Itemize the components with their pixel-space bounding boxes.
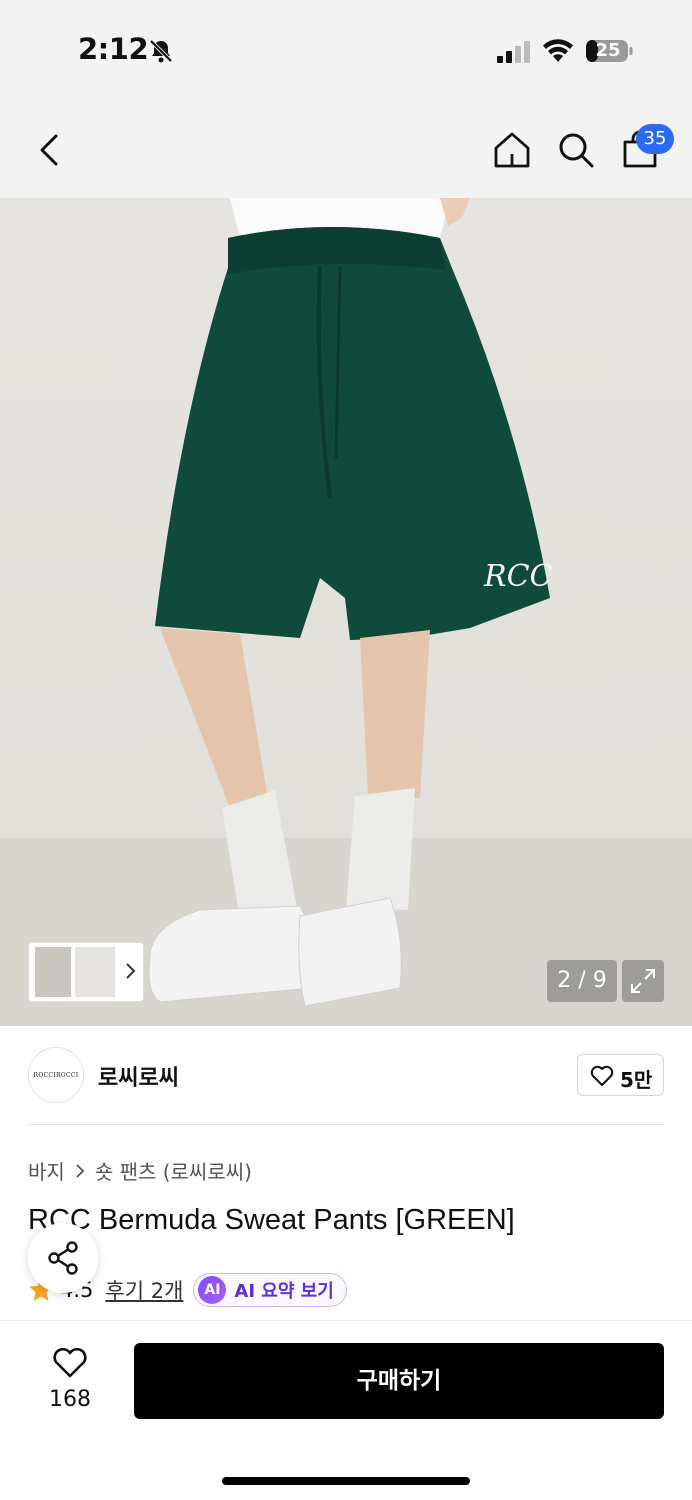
share-button[interactable]	[28, 1223, 98, 1293]
bell-off-icon	[149, 39, 173, 63]
brand-favorite-count: 5만	[620, 1068, 653, 1092]
heart-icon	[53, 1347, 87, 1378]
like-count: 168	[49, 1387, 91, 1412]
brand-favorite-button[interactable]: 5만	[577, 1054, 664, 1096]
wifi-icon	[543, 39, 573, 62]
search-icon[interactable]	[554, 128, 598, 172]
reviews-link[interactable]: 후기 2개	[105, 1275, 183, 1305]
breadcrumb-item[interactable]: 바지	[28, 1156, 65, 1185]
share-icon	[48, 1241, 78, 1275]
divider	[28, 1124, 664, 1125]
battery-level: 25	[595, 40, 621, 61]
breadcrumb-item[interactable]: 숏 팬츠 (로씨로씨)	[95, 1156, 252, 1185]
thumbnail-image[interactable]	[75, 947, 115, 997]
thumbnail-image[interactable]	[35, 947, 71, 997]
product-title: RCC Bermuda Sweat Pants [GREEN]	[28, 1204, 515, 1236]
back-icon[interactable]	[30, 128, 70, 172]
heart-icon	[590, 1065, 614, 1086]
chevron-right-icon	[126, 963, 136, 979]
thumbnail-strip[interactable]	[28, 942, 144, 1002]
ai-icon: AI	[198, 1276, 227, 1304]
buy-button[interactable]: 구매하기	[134, 1343, 664, 1419]
breadcrumb: 바지 숏 팬츠 (로씨로씨)	[28, 1156, 252, 1185]
bottom-action-bar: 168 구매하기	[0, 1320, 692, 1500]
brand-logo[interactable]: ROCCIROCCI	[28, 1047, 84, 1103]
ai-summary-label: AI 요약 보기	[234, 1281, 334, 1302]
shorts-logo: RCC	[483, 559, 553, 594]
status-time: 2:12	[78, 32, 149, 66]
cart-count-badge: 35	[636, 124, 674, 154]
image-counter: 2 / 9	[547, 960, 617, 1002]
chevron-right-icon	[76, 1163, 85, 1178]
brand-name[interactable]: 로씨로씨	[98, 1060, 179, 1092]
product-photo: RCC	[0, 198, 692, 1026]
expand-icon	[631, 969, 655, 993]
expand-button[interactable]	[622, 960, 664, 1002]
like-button[interactable]: 168	[40, 1343, 100, 1413]
home-icon[interactable]	[490, 128, 534, 172]
signal-icon	[497, 41, 530, 63]
product-image[interactable]: RCC	[0, 198, 692, 1026]
home-indicator[interactable]	[222, 1477, 470, 1485]
ai-summary-button[interactable]: AI AI 요약 보기	[193, 1273, 347, 1307]
status-bar: 2:12 25	[0, 0, 692, 100]
top-navigation	[0, 100, 692, 198]
